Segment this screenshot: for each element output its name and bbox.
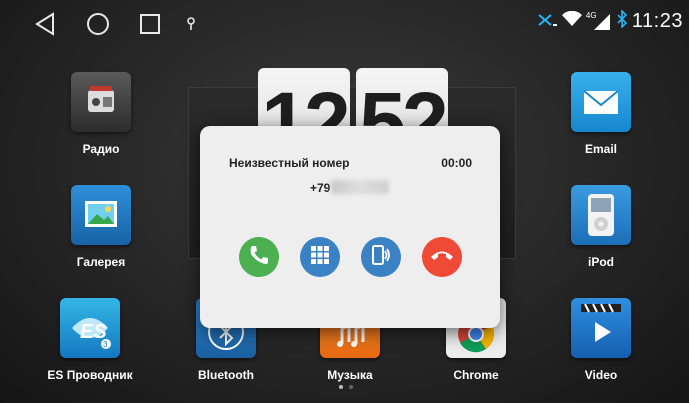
email-icon <box>571 72 631 132</box>
app-label: Галерея <box>76 255 126 269</box>
app-label: ES Проводник <box>47 368 133 382</box>
answer-call-icon <box>248 244 270 271</box>
es-explorer-icon: ES 3 <box>60 298 120 358</box>
call-dialog: Неизвестный номер 00:00 +79 <box>200 126 500 328</box>
end-call-button[interactable] <box>422 237 462 277</box>
bluetooth-icon <box>616 9 628 33</box>
wifi-icon <box>561 10 582 32</box>
radio-icon <box>71 72 131 132</box>
no-signal-icon <box>538 12 558 31</box>
app-es-explorer[interactable]: ES 3 ES Проводник <box>45 298 135 382</box>
back-icon[interactable] <box>32 11 58 37</box>
app-label: iPod <box>588 255 614 269</box>
ipod-icon <box>571 185 631 245</box>
caller-name: Неизвестный номер <box>229 156 350 170</box>
app-label: Video <box>584 368 618 382</box>
caller-number: +79 <box>310 181 331 195</box>
keypad-button[interactable] <box>300 237 340 277</box>
answer-call-button[interactable] <box>239 237 279 277</box>
keypad-icon <box>310 245 330 270</box>
phone-speaker-icon <box>370 244 392 271</box>
app-label: Bluetooth <box>198 368 254 382</box>
status-time: 11:23 <box>631 10 683 32</box>
home-screen: 4G 11:23 12 52 Радио Галерея ES 3 ES Про… <box>0 0 689 403</box>
speaker-button[interactable] <box>361 237 401 277</box>
app-label: Email <box>584 142 617 156</box>
app-label: Радио <box>82 142 120 156</box>
redacted-number <box>331 180 389 194</box>
app-radio[interactable]: Радио <box>56 72 146 156</box>
app-email[interactable]: Email <box>556 72 646 156</box>
status-icons: 4G 11:23 <box>538 9 683 33</box>
page-dot-active <box>339 385 343 389</box>
recents-icon[interactable] <box>137 11 163 37</box>
location-icon <box>184 11 198 37</box>
page-dot <box>349 385 353 389</box>
status-bar: 4G 11:23 <box>0 0 689 44</box>
call-duration: 00:00 <box>441 156 472 170</box>
app-video[interactable]: Video <box>556 298 646 382</box>
app-ipod[interactable]: iPod <box>556 185 646 269</box>
app-label: Chrome <box>453 368 499 382</box>
gallery-icon <box>71 185 131 245</box>
page-indicator <box>339 385 353 389</box>
cell-signal-icon: 4G <box>586 11 612 31</box>
home-icon[interactable] <box>85 11 111 37</box>
end-call-icon <box>430 248 454 267</box>
app-gallery[interactable]: Галерея <box>56 185 146 269</box>
video-icon <box>571 298 631 358</box>
svg-text:3: 3 <box>103 340 108 349</box>
app-label: Музыка <box>327 368 373 382</box>
